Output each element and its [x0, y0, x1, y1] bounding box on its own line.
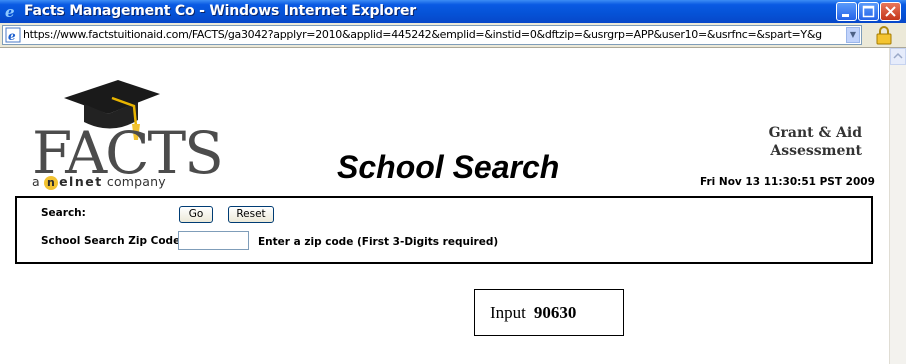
- lock-icon[interactable]: [874, 26, 894, 45]
- tagline-prefix: a: [32, 174, 40, 189]
- zip-hint: Enter a zip code (First 3-Digits require…: [258, 236, 499, 248]
- zip-code-input[interactable]: [178, 231, 249, 250]
- svg-text:e: e: [5, 3, 15, 19]
- chevron-down-icon: ▼: [849, 30, 857, 39]
- logo-tagline: a n elnet company: [32, 174, 166, 190]
- search-form: Search: Go Reset School Search Zip Code:…: [15, 196, 873, 264]
- annotation-value: 90630: [533, 303, 577, 322]
- maximize-icon: [862, 5, 875, 18]
- minimize-button[interactable]: [836, 2, 857, 21]
- tagline-brand: elnet: [59, 174, 103, 189]
- url-dropdown-button[interactable]: ▼: [846, 27, 860, 43]
- search-label: Search:: [41, 207, 86, 219]
- page-icon: e: [5, 27, 21, 43]
- timestamp: Fri Nov 13 11:30:51 PST 2009: [700, 176, 875, 188]
- address-bar: e https://www.factstuitionaid.com/FACTS/…: [0, 23, 906, 48]
- product-name: Grant & Aid Assessment: [768, 125, 862, 159]
- tagline-suffix: company: [106, 174, 166, 189]
- window-title: Facts Management Co - Windows Internet E…: [24, 3, 416, 19]
- minimize-icon: [842, 14, 849, 17]
- internet-explorer-icon: e: [5, 3, 15, 19]
- annotation-label: Input: [490, 303, 526, 322]
- nelnet-n-icon: n: [44, 176, 59, 190]
- page-title: School Search: [337, 149, 560, 185]
- url-field[interactable]: e https://www.factstuitionaid.com/FACTS/…: [2, 25, 862, 45]
- zip-label: School Search Zip Code:: [41, 235, 185, 247]
- input-annotation: Input 90630: [474, 289, 624, 336]
- title-bar: e Facts Management Co - Windows Internet…: [0, 0, 906, 23]
- chevron-up-icon: [893, 52, 903, 59]
- scroll-up-button[interactable]: [890, 48, 906, 65]
- vertical-scrollbar[interactable]: [889, 48, 906, 364]
- reset-button[interactable]: Reset: [228, 206, 274, 223]
- facts-logo: FACTS a n elnet company: [30, 74, 224, 192]
- close-button[interactable]: [880, 2, 901, 21]
- url-text[interactable]: https://www.factstuitionaid.com/FACTS/ga…: [23, 28, 843, 41]
- go-button[interactable]: Go: [179, 206, 213, 223]
- maximize-button[interactable]: [858, 2, 879, 21]
- close-icon: [885, 6, 896, 17]
- svg-text:e: e: [8, 29, 16, 43]
